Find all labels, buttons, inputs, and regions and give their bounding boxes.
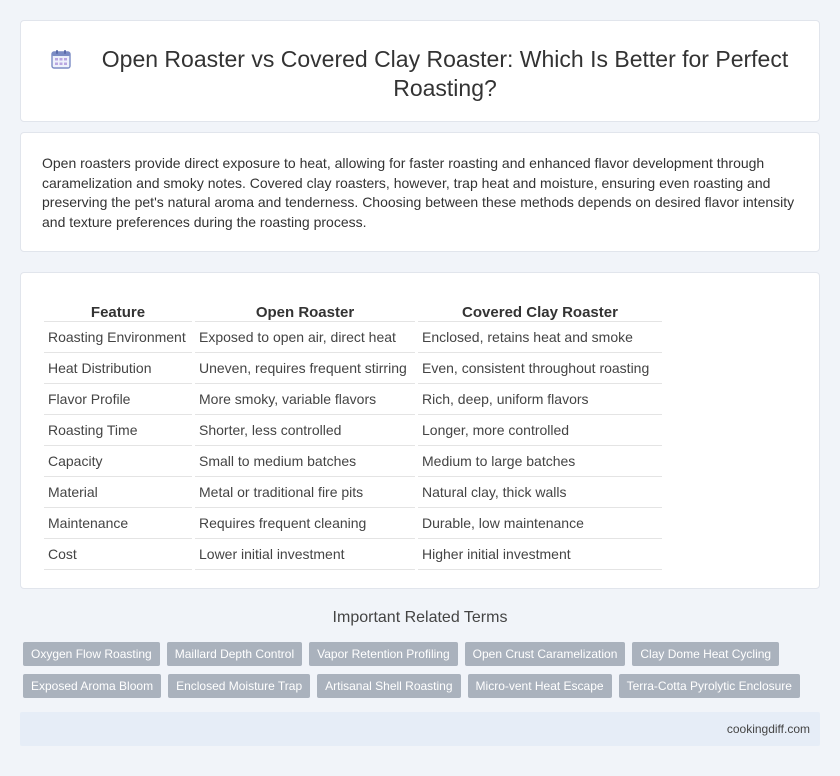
table-row: Cost Lower initial investment Higher ini… [44, 539, 662, 570]
table-cell-clay: Durable, low maintenance [418, 508, 662, 539]
tag-terra-cotta-pyrolytic-enclosure[interactable]: Terra-Cotta Pyrolytic Enclosure [618, 674, 800, 698]
table-cell-open: Shorter, less controlled [195, 415, 415, 446]
tag-row: Exposed Aroma Bloom Enclosed Moisture Tr… [23, 674, 823, 698]
table-cell-clay: Longer, more controlled [418, 415, 662, 446]
tag-oxygen-flow-roasting[interactable]: Oxygen Flow Roasting [23, 642, 160, 666]
tag-enclosed-moisture-trap[interactable]: Enclosed Moisture Trap [168, 674, 311, 698]
table-cell-open: Uneven, requires frequent stirring [195, 353, 415, 384]
intro-card: Open roasters provide direct exposure to… [20, 132, 820, 252]
table-cell-feature: Flavor Profile [44, 384, 192, 415]
tag-clay-dome-heat-cycling[interactable]: Clay Dome Heat Cycling [632, 642, 780, 666]
comparison-card: Feature Open Roaster Covered Clay Roaste… [20, 272, 820, 589]
tag-row: Oxygen Flow Roasting Maillard Depth Cont… [23, 642, 823, 666]
column-header-feature: Feature [44, 295, 192, 322]
table-row: Capacity Small to medium batches Medium … [44, 446, 662, 477]
table-cell-feature: Heat Distribution [44, 353, 192, 384]
table-cell-clay: Medium to large batches [418, 446, 662, 477]
table-cell-clay: Natural clay, thick walls [418, 477, 662, 508]
table-row: Maintenance Requires frequent cleaning D… [44, 508, 662, 539]
intro-paragraph: Open roasters provide direct exposure to… [42, 155, 795, 230]
calendar-icon [51, 50, 71, 69]
table-cell-clay: Rich, deep, uniform flavors [418, 384, 662, 415]
table-cell-feature: Maintenance [44, 508, 192, 539]
related-terms-heading: Important Related Terms [332, 609, 508, 626]
table-row: Heat Distribution Uneven, requires frequ… [44, 353, 662, 384]
table-cell-open: Metal or traditional fire pits [195, 477, 415, 508]
table-cell-open: Small to medium batches [195, 446, 415, 477]
table-row: Roasting Environment Exposed to open air… [44, 322, 662, 353]
table-cell-clay: Enclosed, retains heat and smoke [418, 322, 662, 353]
table-cell-feature: Roasting Environment [44, 322, 192, 353]
table-cell-clay: Higher initial investment [418, 539, 662, 570]
table-row: Roasting Time Shorter, less controlled L… [44, 415, 662, 446]
footer: cookingdiff.com [20, 712, 820, 746]
tag-artisanal-shell-roasting[interactable]: Artisanal Shell Roasting [317, 674, 461, 698]
page-title: Open Roaster vs Covered Clay Roaster: Wh… [101, 46, 789, 101]
tag-micro-vent-heat-escape[interactable]: Micro-vent Heat Escape [467, 674, 612, 698]
table-cell-open: Exposed to open air, direct heat [195, 322, 415, 353]
table-cell-feature: Cost [44, 539, 192, 570]
table-cell-feature: Roasting Time [44, 415, 192, 446]
related-terms-tags: Oxygen Flow Roasting Maillard Depth Cont… [23, 642, 823, 706]
title-card: Open Roaster vs Covered Clay Roaster: Wh… [20, 20, 820, 122]
comparison-table: Feature Open Roaster Covered Clay Roaste… [41, 295, 665, 570]
column-header-open-roaster: Open Roaster [195, 295, 415, 322]
tag-exposed-aroma-bloom[interactable]: Exposed Aroma Bloom [23, 674, 162, 698]
table-cell-open: Requires frequent cleaning [195, 508, 415, 539]
table-cell-feature: Material [44, 477, 192, 508]
table-cell-feature: Capacity [44, 446, 192, 477]
table-cell-clay: Even, consistent throughout roasting [418, 353, 662, 384]
table-cell-open: More smoky, variable flavors [195, 384, 415, 415]
table-row: Flavor Profile More smoky, variable flav… [44, 384, 662, 415]
table-row: Material Metal or traditional fire pits … [44, 477, 662, 508]
tag-vapor-retention-profiling[interactable]: Vapor Retention Profiling [309, 642, 458, 666]
table-cell-open: Lower initial investment [195, 539, 415, 570]
tag-open-crust-caramelization[interactable]: Open Crust Caramelization [464, 642, 626, 666]
footer-domain[interactable]: cookingdiff.com [727, 722, 810, 736]
column-header-covered-clay-roaster: Covered Clay Roaster [418, 295, 662, 322]
tag-maillard-depth-control[interactable]: Maillard Depth Control [166, 642, 303, 666]
table-header-row: Feature Open Roaster Covered Clay Roaste… [44, 295, 662, 322]
